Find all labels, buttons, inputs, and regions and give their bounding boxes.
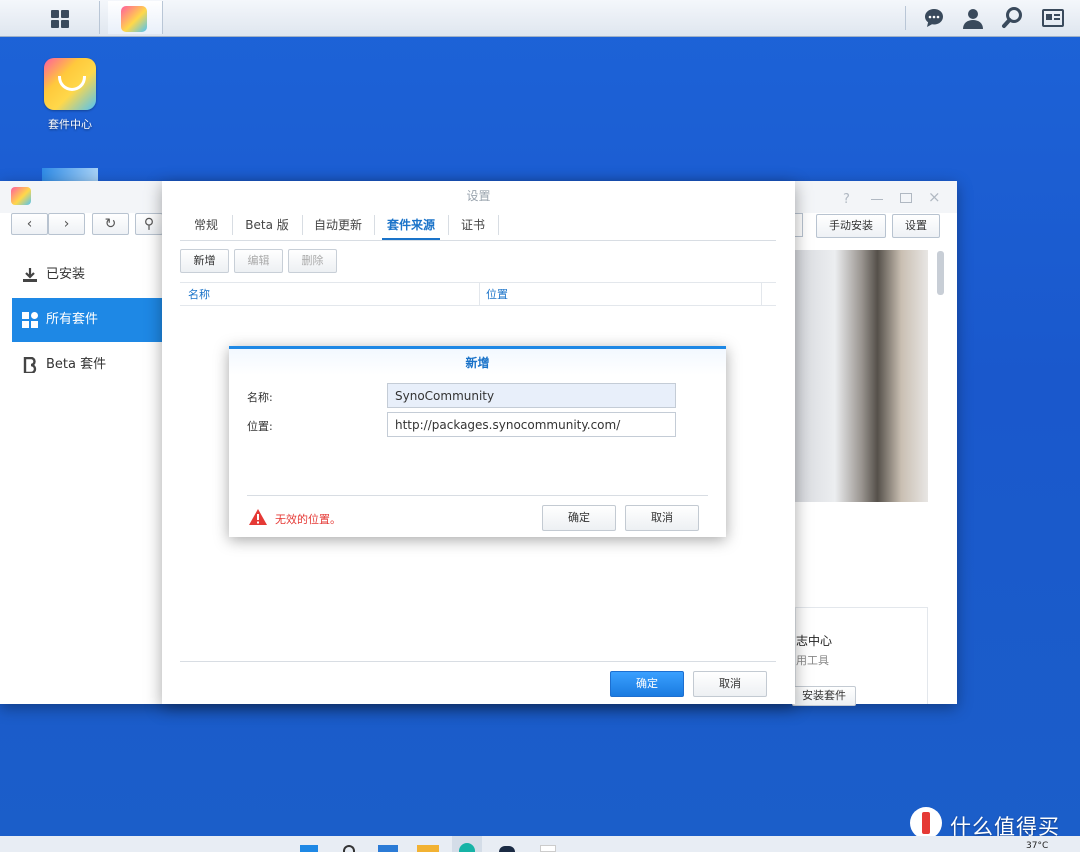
- footer-divider: [180, 661, 776, 662]
- package-card-subtitle: 用工具: [796, 654, 829, 667]
- column-name[interactable]: 名称: [188, 285, 210, 305]
- sidebar-item-beta[interactable]: Beta 套件: [12, 343, 162, 387]
- windows-start-icon[interactable]: [300, 845, 318, 852]
- footer-divider: [247, 495, 708, 496]
- search-icon[interactable]: [1000, 5, 1026, 31]
- active-app-slot[interactable]: [452, 836, 482, 852]
- watermark-logo-icon: [910, 807, 942, 839]
- delete-button[interactable]: 删除: [288, 249, 337, 273]
- app-icon[interactable]: [540, 845, 556, 852]
- table-header: [180, 282, 776, 306]
- ok-button[interactable]: 确定: [610, 671, 684, 697]
- sidebar-item-label: Beta 套件: [46, 357, 107, 372]
- manual-install-button[interactable]: 手动安装: [816, 214, 886, 238]
- location-label: 位置:: [247, 420, 273, 433]
- grid-icon: [22, 312, 38, 328]
- edit-button[interactable]: 编辑: [234, 249, 283, 273]
- new-source-dialog: 新增 名称: 位置: 无效的位置。 确定 取消: [229, 346, 726, 537]
- chat-icon[interactable]: [921, 5, 947, 31]
- name-input[interactable]: [387, 383, 676, 408]
- main-menu-button[interactable]: [18, 1, 100, 34]
- close-icon[interactable]: ×: [928, 188, 941, 206]
- dialog-title: 设置: [466, 189, 491, 203]
- install-package-button[interactable]: 安装套件: [792, 686, 856, 706]
- desktop-icon-label: 套件中心: [48, 118, 92, 131]
- user-icon[interactable]: [960, 5, 986, 31]
- cancel-button[interactable]: 取消: [625, 505, 699, 531]
- package-center-icon: [11, 187, 31, 205]
- sidebar-item-installed[interactable]: 已安装: [12, 253, 162, 297]
- tab-divider: [180, 240, 776, 241]
- grid-icon: [51, 10, 69, 28]
- dialog-title: 新增: [229, 349, 726, 375]
- tab-auto-update[interactable]: 自动更新: [310, 212, 366, 238]
- desktop-icon-partial[interactable]: [42, 168, 98, 182]
- scrollbar-thumb[interactable]: [937, 251, 944, 295]
- taskbar-package-center[interactable]: [108, 1, 163, 34]
- app-icon: [459, 843, 475, 852]
- top-taskbar: [0, 0, 1080, 37]
- location-input[interactable]: [387, 412, 676, 437]
- bottom-taskbar: 37°C: [0, 836, 1080, 852]
- add-button[interactable]: 新增: [180, 249, 229, 273]
- search-button[interactable]: ⚲: [135, 213, 163, 235]
- sidebar-item-label: 所有套件: [46, 312, 99, 327]
- widget-icon[interactable]: [1040, 5, 1066, 31]
- ok-button[interactable]: 确定: [542, 505, 616, 531]
- package-center-icon: [44, 58, 96, 110]
- app-icon[interactable]: [499, 846, 515, 852]
- tab-general[interactable]: 常规: [184, 212, 228, 238]
- cancel-button[interactable]: 取消: [693, 671, 767, 697]
- settings-button[interactable]: 设置: [892, 214, 940, 238]
- banner-photo: [795, 250, 928, 502]
- name-label: 名称:: [247, 391, 273, 404]
- package-card[interactable]: 志中心 用工具 安装套件: [792, 607, 928, 706]
- tab-certificate[interactable]: 证书: [454, 212, 492, 238]
- minimize-icon[interactable]: [871, 199, 883, 200]
- weather-temp: 37°C: [1026, 841, 1049, 851]
- package-center-icon: [121, 6, 147, 32]
- sidebar-item-all-packages[interactable]: 所有套件: [12, 298, 162, 342]
- warning-icon: [249, 509, 267, 525]
- sidebar-item-label: 已安装: [46, 267, 86, 282]
- search-field-edge[interactable]: [795, 213, 803, 237]
- tab-package-sources[interactable]: 套件来源: [382, 212, 440, 240]
- back-button[interactable]: ‹: [11, 213, 48, 235]
- download-icon: [23, 268, 37, 282]
- search-icon[interactable]: [343, 845, 355, 852]
- folder-icon[interactable]: [417, 845, 439, 852]
- forward-button[interactable]: ›: [48, 213, 85, 235]
- beta-icon: [23, 357, 37, 373]
- desktop-icon-package-center[interactable]: 套件中心: [38, 58, 102, 132]
- error-message: 无效的位置。: [275, 513, 341, 526]
- refresh-button[interactable]: ↻: [92, 213, 129, 235]
- tab-beta[interactable]: Beta 版: [240, 212, 294, 238]
- maximize-icon[interactable]: [900, 193, 912, 203]
- help-icon[interactable]: ?: [843, 192, 850, 207]
- package-card-title: 志中心: [796, 634, 833, 648]
- column-location[interactable]: 位置: [486, 285, 508, 305]
- task-view-icon[interactable]: [378, 845, 398, 852]
